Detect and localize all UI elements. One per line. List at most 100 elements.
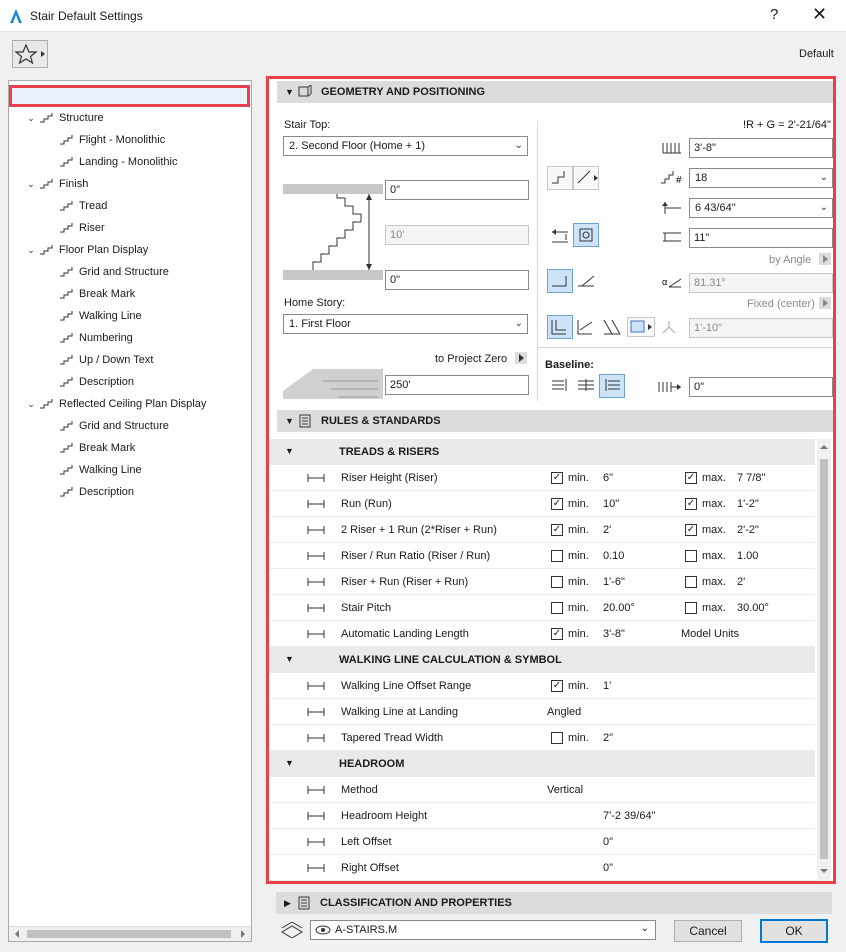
home-story-select[interactable]: 1. First Floor ⌄ [283,314,528,334]
min-value[interactable]: 20.00° [603,602,635,614]
max-checkbox[interactable]: ✓ [685,498,697,510]
chevron-down-icon[interactable]: ⌄ [25,107,37,129]
rule-value[interactable]: Angled [547,706,581,718]
tree-horizontal-scrollbar[interactable] [9,926,251,941]
rules-vertical-scrollbar[interactable] [817,439,831,881]
tree-item[interactable]: Walking Line [9,305,249,327]
fixed-center-label[interactable]: Fixed (center) [747,298,815,310]
chevron-down-icon[interactable]: ⌄ [25,239,37,261]
stair-top-select[interactable]: 2. Second Floor (Home + 1) ⌄ [283,136,528,156]
tree-item[interactable]: Riser [9,217,249,239]
max-checkbox[interactable]: ✓ [685,472,697,484]
tree-item[interactable]: Description [9,371,249,393]
tree-item[interactable]: Landing - Monolithic [9,151,249,173]
rule-units[interactable]: Model Units [681,628,739,640]
min-checkbox[interactable]: ✓ [551,472,563,484]
min-value[interactable]: 0.10 [603,550,624,562]
min-checkbox[interactable] [551,550,563,562]
rules-group-header[interactable]: ▼ TREADS & RISERS [269,439,815,465]
max-checkbox[interactable]: ✓ [685,524,697,536]
min-value[interactable]: 2' [603,524,611,536]
baseline-left-button[interactable] [547,374,573,398]
fixed-center-arrow-icon[interactable] [819,297,831,309]
min-value[interactable]: 1' [603,680,611,692]
flight-type-button-b[interactable] [573,166,599,190]
max-checkbox[interactable] [685,550,697,562]
chevron-down-icon[interactable]: ⌄ [25,173,37,195]
cancel-button[interactable]: Cancel [674,920,742,942]
walkline-button-b[interactable] [573,315,599,339]
layer-select[interactable]: A-STAIRS.M ⌄ [310,920,656,940]
baseline-right-button[interactable] [599,374,625,398]
bottom-offset-input[interactable]: 0" [385,270,529,290]
favorites-button[interactable] [12,40,48,68]
max-checkbox[interactable] [685,576,697,588]
section-classification-header[interactable]: ▶ CLASSIFICATION AND PROPERTIES [276,892,832,914]
tree-item[interactable]: Tread [9,195,249,217]
walkline-button-c[interactable] [599,315,625,339]
tree-item[interactable]: Description [9,481,249,503]
tree-item[interactable]: Flight - Monolithic [9,129,249,151]
tree-item[interactable]: ⌄ Structure [9,107,249,129]
tread-mode-button-b[interactable] [573,223,599,247]
min-value[interactable]: 10" [603,498,619,510]
angle-mode-button-b[interactable] [573,269,599,293]
rules-group-header[interactable]: ▼ WALKING LINE CALCULATION & SYMBOL [269,647,815,673]
tree-item[interactable]: ⌄ Floor Plan Display [9,239,249,261]
to-project-zero-label[interactable]: to Project Zero [435,353,507,365]
max-value[interactable]: 1.00 [737,550,758,562]
rules-group-header[interactable]: ▼ HEADROOM [269,751,815,777]
tread-depth-input[interactable]: 11" [689,228,833,248]
baseline-center-button[interactable] [573,374,599,398]
max-value[interactable]: 2'-2" [737,524,759,536]
rule-value[interactable]: 7'-2 39/64" [603,810,656,822]
ok-button[interactable]: OK [760,919,828,943]
min-checkbox[interactable] [551,576,563,588]
baseline-offset-input[interactable]: 0" [689,377,833,397]
tree-item[interactable]: Break Mark [9,283,249,305]
flight-type-button-a[interactable] [547,166,573,190]
max-value[interactable]: 30.00° [737,602,769,614]
tree-item[interactable]: Up / Down Text [9,349,249,371]
expand-arrow-icon[interactable] [515,352,527,364]
min-checkbox[interactable]: ✓ [551,524,563,536]
stair-width-input[interactable]: 3'-8" [689,138,833,158]
tree-item[interactable]: Grid and Structure [9,415,249,437]
top-offset-input[interactable]: 0" [385,180,529,200]
close-button[interactable]: ✕ [812,4,827,25]
angle-mode-button-a[interactable] [547,269,573,293]
walkline-style-button[interactable] [627,317,655,337]
help-button[interactable]: ? [770,6,778,23]
max-value[interactable]: 2' [737,576,745,588]
walkline-button-a[interactable] [547,315,573,339]
riser-count-select[interactable]: 18 ⌄ [689,168,833,188]
tree-item[interactable]: Grid and Structure [9,261,249,283]
tread-mode-button-a[interactable] [547,225,573,249]
min-checkbox[interactable]: ✓ [551,498,563,510]
rule-value[interactable]: 0" [603,836,613,848]
elevation-input[interactable]: 250' [385,375,529,395]
riser-height-select[interactable]: 6 43/64" ⌄ [689,198,833,218]
rule-value[interactable]: Vertical [547,784,583,796]
tree-item[interactable]: Break Mark [9,437,249,459]
tree-item[interactable]: ⌄ Reflected Ceiling Plan Display [9,393,249,415]
min-value[interactable]: 1'-6" [603,576,625,588]
max-checkbox[interactable] [685,602,697,614]
min-checkbox[interactable]: ✓ [551,680,563,692]
max-value[interactable]: 1'-2" [737,498,759,510]
tree-item[interactable]: Numbering [9,327,249,349]
min-value[interactable]: 3'-8" [603,628,625,640]
rule-value[interactable]: 0" [603,862,613,874]
by-angle-label[interactable]: by Angle [769,254,811,266]
section-rules-header[interactable]: ▼ RULES & STANDARDS [277,410,833,432]
min-checkbox[interactable]: ✓ [551,628,563,640]
section-geometry-header[interactable]: ▼ GEOMETRY AND POSITIONING [277,81,833,103]
min-value[interactable]: 2" [603,732,613,744]
tree-item[interactable]: ⌄ Finish [9,173,249,195]
chevron-down-icon[interactable]: ⌄ [25,393,37,415]
min-checkbox[interactable] [551,732,563,744]
max-value[interactable]: 7 7/8" [737,472,765,484]
by-angle-arrow-icon[interactable] [819,253,831,265]
min-value[interactable]: 6" [603,472,613,484]
min-checkbox[interactable] [551,602,563,614]
